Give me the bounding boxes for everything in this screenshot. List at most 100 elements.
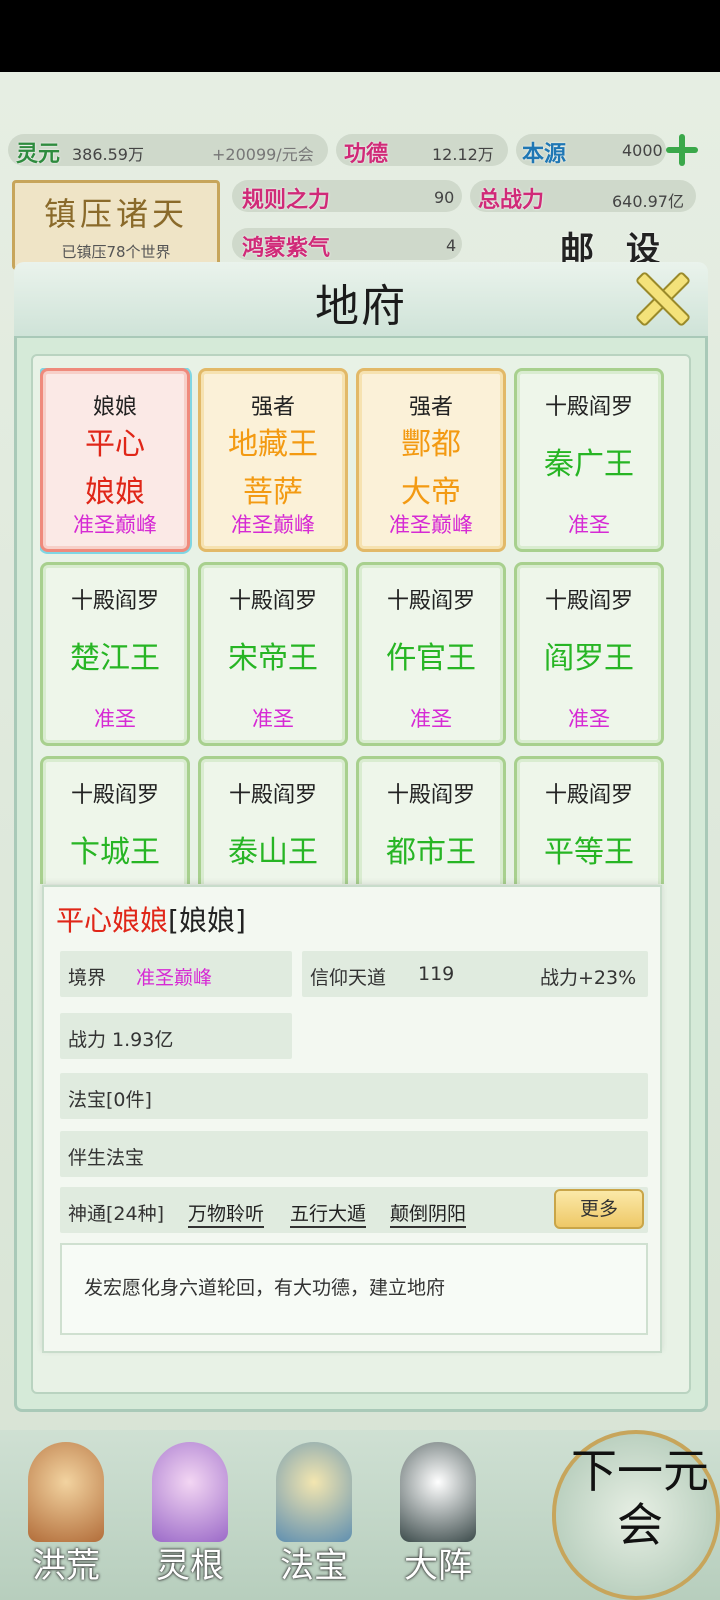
character-card[interactable]: 十殿阎罗 阎罗王 准圣 xyxy=(514,562,664,746)
card-name-line1: 平等王 xyxy=(544,835,634,870)
character-card[interactable]: 十殿阎罗 楚江王 准圣 xyxy=(40,562,190,746)
seal-subtitle: 已镇压78个世界 xyxy=(61,243,171,261)
character-card[interactable]: 娘娘 平心 娘娘 准圣巅峰 xyxy=(40,368,190,552)
gongde-label: 功德 xyxy=(344,141,389,167)
card-title: 十殿阎罗 xyxy=(228,589,317,614)
card-title: 十殿阎罗 xyxy=(544,395,633,420)
realm-label: 境界 xyxy=(68,967,107,989)
detail-tag: [娘娘] xyxy=(168,904,246,937)
zhanli-value: 640.97亿 xyxy=(612,192,684,211)
hongmeng-label: 鸿蒙紫气 xyxy=(242,235,331,261)
realm-value: 准圣巅峰 xyxy=(136,967,213,989)
card-title: 十殿阎罗 xyxy=(228,783,317,808)
character-detail-panel: 平心娘娘[娘娘] 境界 准圣巅峰 信仰天道 119 战力+23% 战力 1.93… xyxy=(42,885,662,1353)
next-era-label: 下一元会 xyxy=(571,1444,709,1552)
faith-label: 信仰天道 xyxy=(310,967,387,989)
nav-label: 法宝 xyxy=(280,1546,348,1586)
power-value: 战力 1.93亿 xyxy=(68,1029,174,1051)
hongmeng-value: 4 xyxy=(446,236,457,255)
detail-name: 平心娘娘 xyxy=(56,904,169,937)
card-realm: 准圣 xyxy=(94,707,136,731)
next-era-button[interactable]: 下一元会 xyxy=(552,1430,720,1600)
yin-yang-icon xyxy=(400,1442,476,1542)
card-name-line1: 卞城王 xyxy=(70,835,160,870)
character-card[interactable]: 十殿阎罗 秦广王 准圣 xyxy=(514,368,664,552)
character-card[interactable]: 十殿阎罗 仵官王 准圣 xyxy=(356,562,506,746)
card-realm: 准圣 xyxy=(252,707,294,731)
card-title: 十殿阎罗 xyxy=(544,783,633,808)
card-name-line1: 宋帝王 xyxy=(228,641,318,676)
lingyuan-rate: +20099/元会 xyxy=(212,145,314,164)
card-realm: 准圣巅峰 xyxy=(73,513,157,537)
lingyuan-value: 386.59万 xyxy=(72,145,144,164)
lingyuan-label: 灵元 xyxy=(16,141,61,167)
character-card[interactable]: 十殿阎罗卞城王准圣 xyxy=(40,756,190,884)
card-name-line1: 楚江王 xyxy=(70,641,160,676)
character-grid[interactable]: 娘娘 平心 娘娘 准圣巅峰 强者 地藏王 菩萨 准圣巅峰 强者 酆都 大帝 准圣巅峰 十殿阎罗 秦广王 准圣… xyxy=(40,368,680,884)
modal-header: 地府 xyxy=(14,262,708,338)
treasure-label: 法宝[0件] xyxy=(68,1089,152,1111)
card-name-line1: 秦广王 xyxy=(544,447,634,482)
plus-icon[interactable] xyxy=(664,132,700,168)
card-name: 阎罗王 xyxy=(517,635,661,683)
card-name-line1: 酆都 xyxy=(401,427,461,462)
card-title: 十殿阎罗 xyxy=(70,783,159,808)
card-name: 都市王 xyxy=(359,829,503,877)
guize-value: 90 xyxy=(434,188,455,207)
card-name: 楚江王 xyxy=(43,635,187,683)
nav-label: 灵根 xyxy=(156,1546,224,1586)
card-realm: 准圣 xyxy=(568,513,610,537)
companion-row[interactable] xyxy=(60,1131,648,1177)
card-name: 仵官王 xyxy=(359,635,503,683)
status-bar xyxy=(0,0,720,72)
mountain-icon xyxy=(28,1442,104,1542)
modal-title: 地府 xyxy=(315,281,407,332)
card-realm: 准圣巅峰 xyxy=(389,513,473,537)
faith-bonus: 战力+23% xyxy=(540,967,637,989)
card-title: 十殿阎罗 xyxy=(386,589,475,614)
skill-link[interactable]: 五行大遁 xyxy=(290,1199,367,1228)
character-card[interactable]: 十殿阎罗平等王准圣 xyxy=(514,756,664,884)
character-card[interactable]: 强者 酆都 大帝 准圣巅峰 xyxy=(356,368,506,552)
nav-honghuang[interactable]: 洪荒 xyxy=(6,1430,126,1600)
nav-label: 洪荒 xyxy=(32,1546,100,1586)
zhanli-label: 总战力 xyxy=(478,187,545,213)
nav-label: 大阵 xyxy=(404,1546,472,1586)
character-card[interactable]: 十殿阎罗泰山王准圣 xyxy=(198,756,348,884)
card-name: 泰山王 xyxy=(201,829,345,877)
faith-value: 119 xyxy=(418,963,455,985)
skill-link[interactable]: 万物聆听 xyxy=(188,1199,265,1228)
card-name: 平心 娘娘 xyxy=(43,421,187,517)
card-title: 娘娘 xyxy=(92,395,137,420)
character-card[interactable]: 十殿阎罗都市王准圣 xyxy=(356,756,506,884)
nav-dazhen[interactable]: 大阵 xyxy=(378,1430,498,1600)
nav-fabao[interactable]: 法宝 xyxy=(254,1430,374,1600)
skills-label: 神通[24种] xyxy=(68,1203,165,1225)
gongde-value: 12.12万 xyxy=(432,145,494,164)
seal-title: 镇压诸天 xyxy=(43,195,188,233)
skill-link[interactable]: 颠倒阴阳 xyxy=(390,1199,467,1228)
card-name: 地藏王 菩萨 xyxy=(201,421,345,517)
nav-linggen[interactable]: 灵根 xyxy=(130,1430,250,1600)
character-card[interactable]: 强者 地藏王 菩萨 准圣巅峰 xyxy=(198,368,348,552)
more-skills-button[interactable]: 更多 xyxy=(554,1189,644,1229)
card-title: 十殿阎罗 xyxy=(544,589,633,614)
card-name: 宋帝王 xyxy=(201,635,345,683)
description-text: 发宏愿化身六道轮回，有大功德，建立地府 xyxy=(84,1277,446,1299)
close-icon[interactable] xyxy=(628,264,692,328)
seal-panel[interactable]: 镇压诸天 已镇压78个世界 xyxy=(12,180,220,270)
treasure-icon xyxy=(276,1442,352,1542)
card-title: 十殿阎罗 xyxy=(70,589,159,614)
card-title: 十殿阎罗 xyxy=(386,783,475,808)
card-title: 强者 xyxy=(250,395,295,420)
card-name: 平等王 xyxy=(517,829,661,877)
card-name: 秦广王 xyxy=(517,441,661,489)
character-card[interactable]: 十殿阎罗 宋帝王 准圣 xyxy=(198,562,348,746)
benyuan-value: 4000 xyxy=(622,141,663,160)
card-name: 酆都 大帝 xyxy=(359,421,503,517)
description-box: 发宏愿化身六道轮回，有大功德，建立地府 xyxy=(60,1243,648,1335)
card-name: 卞城王 xyxy=(43,829,187,877)
card-realm: 准圣巅峰 xyxy=(231,513,315,537)
card-name-line1: 平心 xyxy=(85,427,145,462)
card-realm: 准圣 xyxy=(410,707,452,731)
